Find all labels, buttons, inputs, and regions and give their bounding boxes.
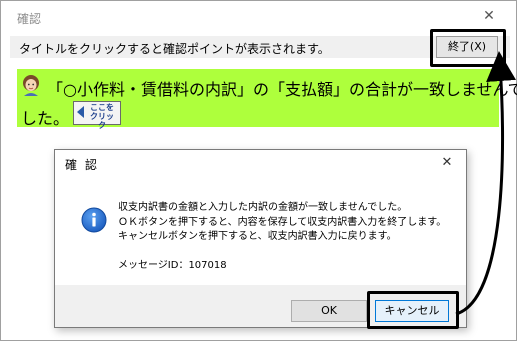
pointer-arrow xyxy=(455,51,517,316)
